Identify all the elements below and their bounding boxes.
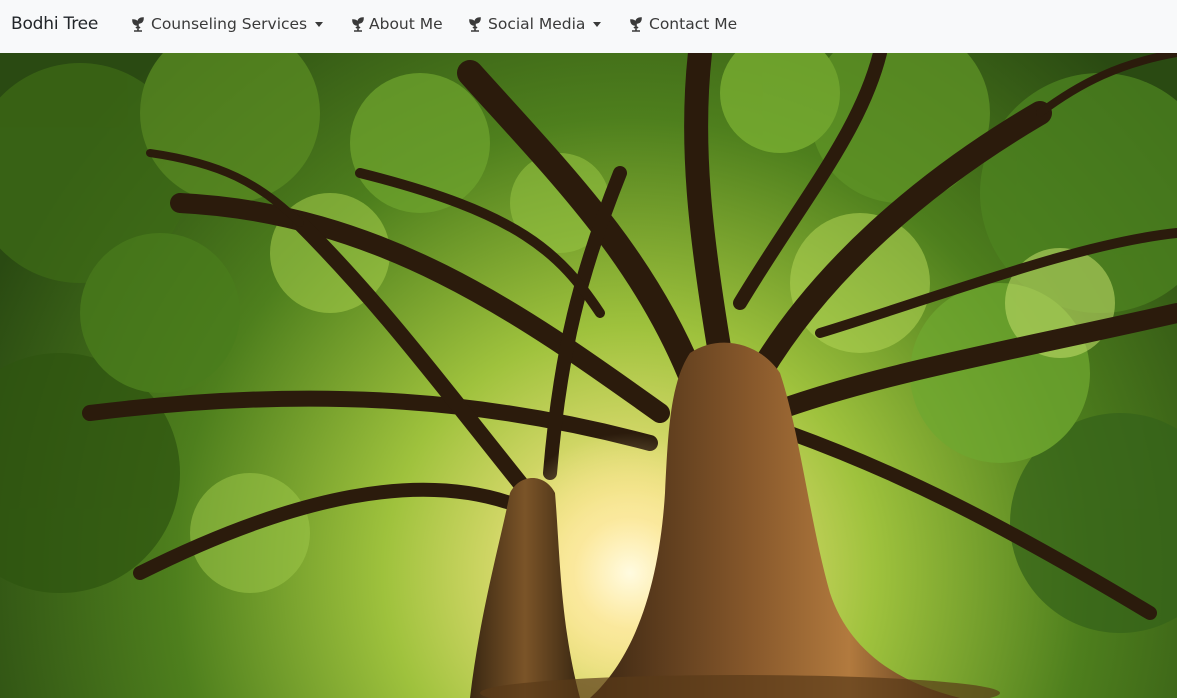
brand-link[interactable]: Bodhi Tree	[11, 13, 98, 35]
hero-tree-image	[0, 53, 1177, 698]
chevron-down-icon	[315, 21, 324, 27]
chevron-down-icon	[593, 21, 602, 27]
nav-item-label: Counseling Services	[151, 15, 308, 33]
nav-item-counseling-services[interactable]: Counseling Services	[131, 13, 324, 35]
nav-item-social-media[interactable]: Social Media	[468, 13, 602, 35]
nav-item-label: Contact Me	[649, 15, 738, 33]
navbar: Bodhi Tree Counseling Services About Me …	[0, 0, 1177, 53]
nav-item-contact-me[interactable]: Contact Me	[629, 13, 737, 35]
nav-item-label: Social Media	[488, 15, 586, 33]
seedling-icon	[629, 16, 643, 32]
nav-item-label: About Me	[369, 15, 443, 33]
seedling-icon	[351, 16, 365, 32]
seedling-icon	[468, 16, 482, 32]
nav-item-about-me[interactable]: About Me	[351, 13, 443, 35]
seedling-icon	[131, 16, 145, 32]
